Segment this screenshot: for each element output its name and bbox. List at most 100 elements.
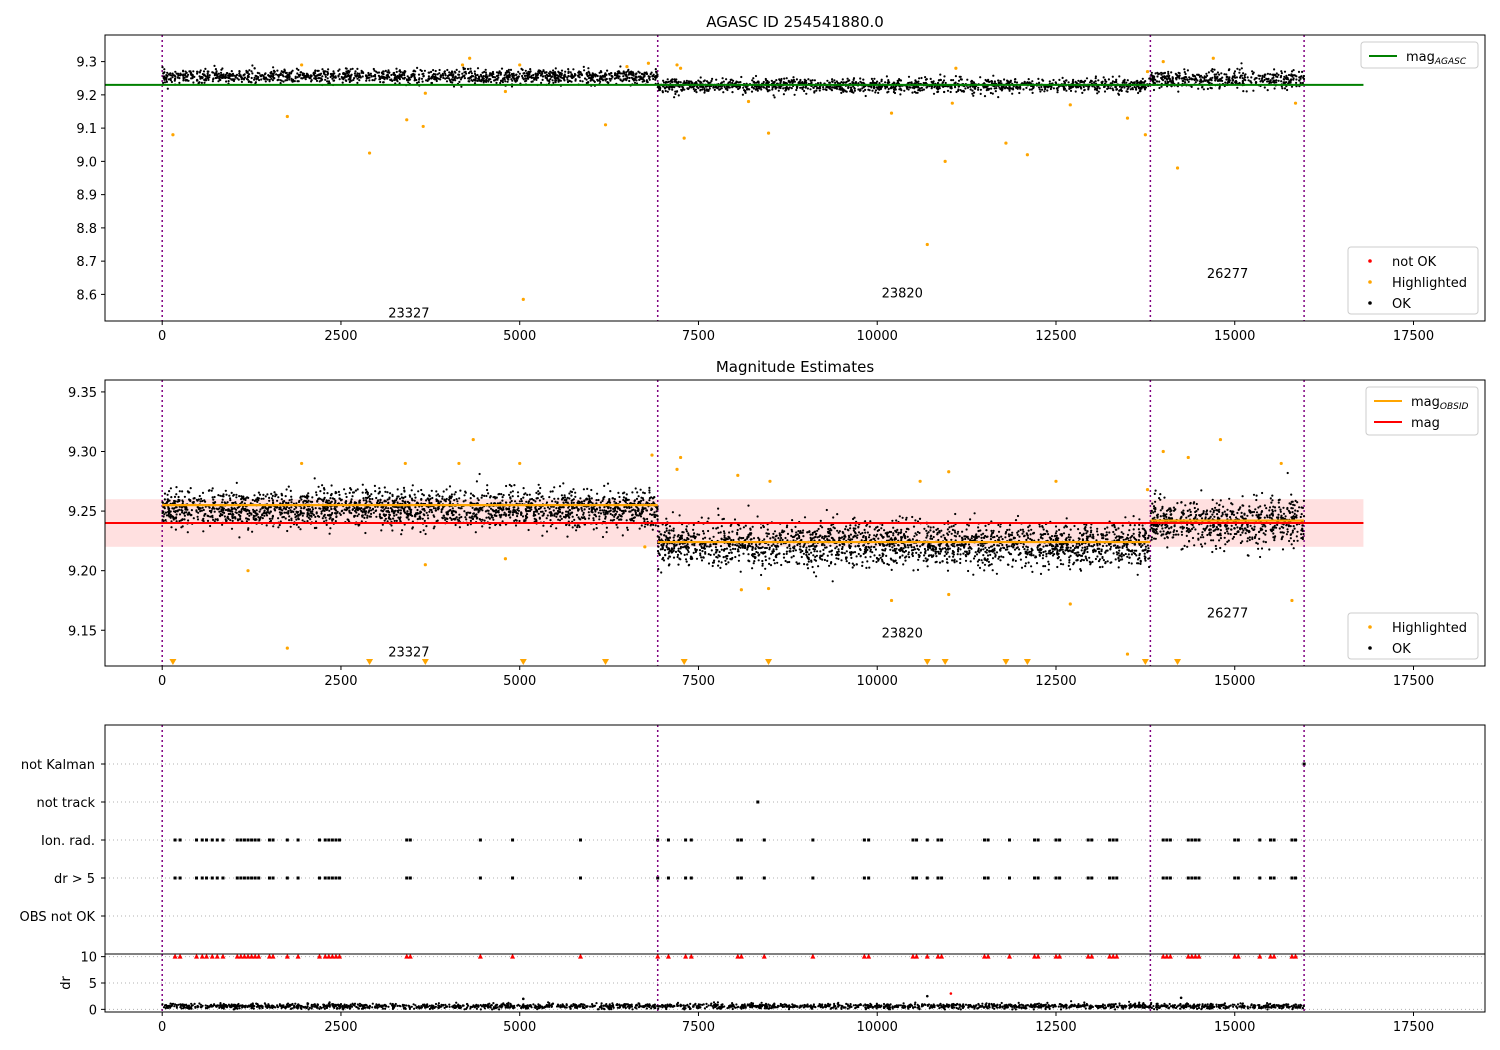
ok-point bbox=[993, 80, 997, 83]
ok-point bbox=[985, 89, 988, 92]
ok-point bbox=[579, 71, 582, 74]
ok-point bbox=[618, 70, 621, 73]
ok-point bbox=[556, 74, 559, 77]
ok-point bbox=[460, 507, 463, 510]
ok-point bbox=[919, 89, 922, 92]
ok-point bbox=[570, 80, 573, 83]
ok-point bbox=[599, 512, 603, 515]
ok-point bbox=[967, 86, 970, 89]
ok-point bbox=[220, 76, 223, 79]
ok-point bbox=[1275, 75, 1278, 78]
ok-point bbox=[818, 89, 821, 92]
ok-point bbox=[1196, 79, 1199, 82]
ok-point bbox=[237, 78, 240, 81]
ok-point bbox=[936, 90, 939, 94]
ok-point bbox=[196, 79, 199, 82]
ok-point bbox=[490, 80, 493, 84]
highlighted-point bbox=[405, 118, 409, 122]
ok-point bbox=[522, 78, 525, 81]
ok-point bbox=[560, 73, 563, 77]
ok-point bbox=[389, 492, 392, 495]
ok-point bbox=[416, 66, 419, 69]
ok-point bbox=[304, 74, 307, 77]
ok-point bbox=[800, 86, 804, 89]
ok-point bbox=[1008, 89, 1011, 92]
ok-point bbox=[340, 75, 343, 79]
ok-point bbox=[803, 78, 806, 81]
ok-point bbox=[1144, 86, 1147, 89]
ok-point bbox=[610, 74, 614, 78]
ok-point bbox=[380, 529, 383, 532]
ok-point bbox=[735, 80, 738, 83]
ok-point bbox=[685, 79, 689, 82]
ok-point bbox=[165, 80, 168, 83]
highlighted-point bbox=[675, 63, 679, 67]
ok-point bbox=[551, 500, 554, 503]
ok-point bbox=[1231, 79, 1234, 82]
ok-point bbox=[521, 515, 525, 518]
ok-point bbox=[575, 505, 578, 509]
ok-point bbox=[692, 87, 695, 91]
ok-point bbox=[1275, 81, 1278, 84]
ok-point bbox=[641, 506, 644, 509]
ok-point bbox=[563, 496, 567, 499]
ok-point bbox=[513, 78, 516, 81]
ok-point bbox=[673, 78, 676, 81]
ok-point bbox=[301, 514, 304, 517]
ok-point bbox=[480, 80, 483, 83]
ok-point bbox=[493, 79, 496, 82]
ok-point bbox=[624, 509, 627, 512]
ok-point bbox=[437, 502, 440, 505]
ok-point bbox=[1293, 74, 1296, 77]
highlighted-point bbox=[1125, 116, 1130, 120]
ok-point bbox=[1252, 89, 1255, 92]
ok-point bbox=[175, 72, 178, 75]
ok-point bbox=[1136, 81, 1139, 84]
ok-point bbox=[815, 89, 818, 92]
ok-point bbox=[809, 79, 812, 82]
ok-point bbox=[783, 77, 786, 80]
ok-point bbox=[392, 512, 395, 515]
ok-point bbox=[674, 92, 677, 96]
ok-point bbox=[944, 81, 947, 85]
ok-point bbox=[683, 80, 686, 83]
ok-point bbox=[595, 74, 598, 77]
ok-point bbox=[703, 91, 706, 94]
ok-point bbox=[441, 497, 444, 500]
ok-point bbox=[871, 89, 874, 92]
ok-point bbox=[1158, 72, 1161, 75]
ok-point bbox=[238, 536, 241, 539]
ok-point bbox=[393, 71, 396, 75]
ok-point bbox=[579, 79, 582, 82]
ok-point bbox=[568, 492, 571, 495]
ok-point bbox=[211, 496, 214, 499]
ok-point bbox=[353, 514, 356, 518]
ok-point bbox=[235, 496, 238, 499]
ok-point bbox=[1301, 70, 1304, 73]
ok-point bbox=[297, 526, 300, 529]
ok-point bbox=[731, 91, 734, 94]
ok-point bbox=[253, 515, 256, 518]
ok-point bbox=[445, 488, 448, 491]
panel-title: Magnitude Estimates bbox=[716, 358, 874, 376]
ok-point bbox=[534, 76, 537, 79]
ok-point bbox=[1043, 90, 1046, 93]
ok-point bbox=[356, 77, 359, 80]
ok-point bbox=[1171, 77, 1174, 80]
ok-point bbox=[752, 87, 756, 90]
ok-point bbox=[268, 80, 271, 83]
ok-point bbox=[628, 79, 631, 83]
ok-point bbox=[1241, 79, 1244, 83]
ok-point bbox=[859, 89, 862, 92]
ok-point bbox=[566, 535, 569, 538]
ok-point bbox=[517, 70, 520, 73]
ok-point bbox=[333, 79, 336, 82]
ok-point bbox=[1167, 70, 1170, 73]
ok-point bbox=[427, 75, 430, 78]
ok-point bbox=[334, 501, 337, 504]
ok-point bbox=[662, 81, 666, 84]
ok-point bbox=[573, 524, 577, 527]
ok-point bbox=[979, 92, 982, 95]
ok-point bbox=[397, 509, 400, 512]
ok-point bbox=[570, 511, 573, 514]
